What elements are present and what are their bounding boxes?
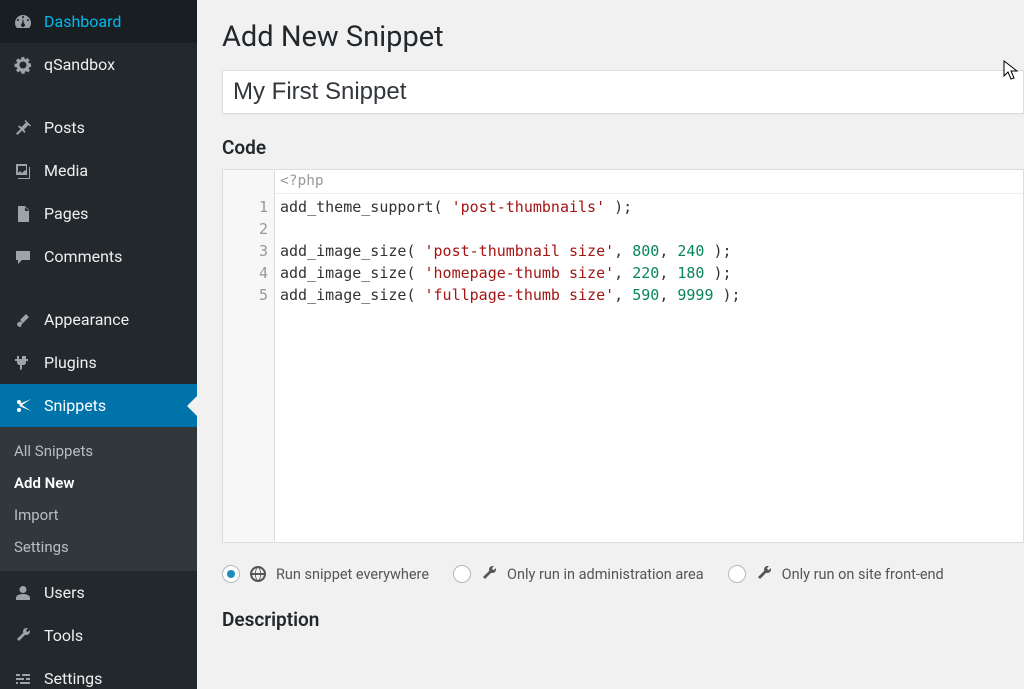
wrench-icon [754,564,774,584]
pin-icon [12,117,34,139]
sidebar-item-appearance[interactable]: Appearance [0,298,197,341]
sidebar-item-pages[interactable]: Pages [0,192,197,235]
submenu-add-new[interactable]: Add New [0,467,197,499]
sidebar-label: Settings [44,669,102,688]
sidebar-item-dashboard[interactable]: Dashboard [0,0,197,43]
user-icon [12,582,34,604]
sidebar-label: Tools [44,626,83,645]
sidebar-item-users[interactable]: Users [0,571,197,614]
wrench-icon [479,564,499,584]
sidebar-label: Appearance [44,310,129,329]
submenu-all-snippets[interactable]: All Snippets [0,435,197,467]
sidebar-label: Dashboard [44,12,121,31]
radio-button[interactable] [222,565,240,583]
submenu-import[interactable]: Import [0,499,197,531]
comment-icon [12,246,34,268]
sidebar-item-plugins[interactable]: Plugins [0,341,197,384]
admin-sidebar: Dashboard qSandbox Posts Media Pages Com… [0,0,197,689]
globe-icon [248,564,268,584]
scope-options: Run snippet everywhere Only run in admini… [222,561,1024,584]
scope-option[interactable]: Only run on site front-end [728,564,944,584]
sidebar-item-qsandbox[interactable]: qSandbox [0,43,197,86]
sidebar-item-tools[interactable]: Tools [0,614,197,657]
page-icon [12,203,34,225]
main-content: Add New Snippet Code 12345 <?php add_the… [197,0,1024,689]
media-icon [12,160,34,182]
scope-label: Only run on site front-end [782,566,944,583]
sidebar-item-media[interactable]: Media [0,149,197,192]
code-content[interactable]: <?php add_theme_support( 'post-thumbnail… [275,170,1023,542]
sidebar-label: Media [44,161,88,180]
sidebar-label: Plugins [44,353,97,372]
plug-icon [12,352,34,374]
scope-option[interactable]: Run snippet everywhere [222,564,429,584]
code-gutter: 12345 [223,170,275,542]
snippets-submenu: All Snippets Add New Import Settings [0,427,197,571]
sidebar-label: Snippets [44,396,106,415]
snippet-title-input[interactable] [222,70,1024,114]
brush-icon [12,309,34,331]
sidebar-item-posts[interactable]: Posts [0,106,197,149]
sidebar-item-settings[interactable]: Settings [0,657,197,689]
sliders-icon [12,668,34,689]
scope-label: Only run in administration area [507,566,704,583]
sidebar-label: Users [44,583,85,602]
sidebar-item-comments[interactable]: Comments [0,235,197,278]
code-heading: Code [222,136,1024,159]
sidebar-label: Posts [44,118,85,137]
dashboard-icon [12,11,34,33]
code-editor[interactable]: 12345 <?php add_theme_support( 'post-thu… [222,169,1024,543]
gear-icon [12,54,34,76]
radio-button[interactable] [728,565,746,583]
sidebar-item-snippets[interactable]: Snippets [0,384,197,427]
description-heading: Description [222,608,1024,631]
radio-button[interactable] [453,565,471,583]
sidebar-label: Pages [44,204,88,223]
sidebar-label: qSandbox [44,55,115,74]
page-title: Add New Snippet [222,20,1024,54]
scissors-icon [12,395,34,417]
wrench-icon [12,625,34,647]
scope-label: Run snippet everywhere [276,566,429,583]
submenu-settings[interactable]: Settings [0,531,197,563]
scope-option[interactable]: Only run in administration area [453,564,704,584]
sidebar-label: Comments [44,247,122,266]
php-open-tag: <?php [275,170,1023,194]
